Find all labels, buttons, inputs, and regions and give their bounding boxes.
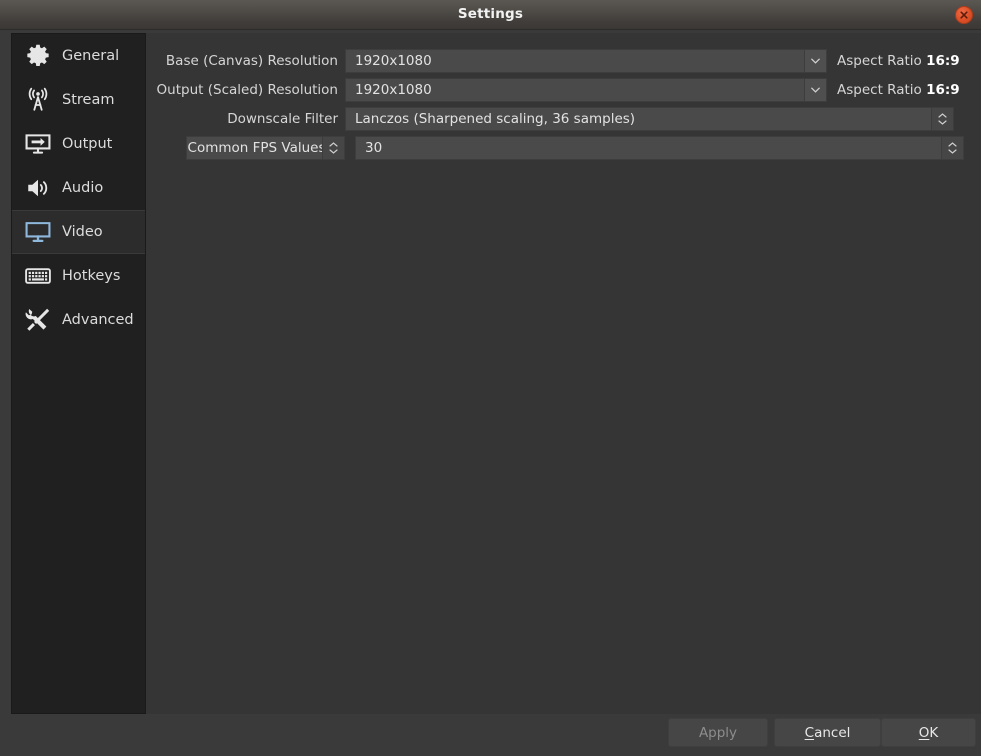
- sidebar-item-label: Output: [62, 136, 113, 152]
- monitor-icon: [22, 217, 54, 247]
- output-aspect-value: 16:9: [926, 82, 960, 98]
- window-title: Settings: [457, 6, 524, 22]
- settings-sidebar: General Stream Output Audio Video Hotkey…: [11, 33, 146, 714]
- fps-value: 30: [365, 140, 383, 156]
- title-bar: Settings: [0, 0, 981, 30]
- output-resolution-value: 1920x1080: [355, 82, 432, 98]
- ok-button-label: OK: [918, 724, 939, 741]
- cancel-button[interactable]: Cancel: [774, 718, 881, 747]
- sidebar-item-label: Audio: [62, 180, 104, 196]
- sidebar-item-audio[interactable]: Audio: [12, 166, 145, 210]
- output-aspect-ratio: Aspect Ratio 16:9: [837, 82, 960, 98]
- downscale-filter-label: Downscale Filter: [227, 111, 338, 127]
- chevron-down-icon[interactable]: [804, 79, 826, 101]
- spinner-arrows-icon[interactable]: [931, 108, 953, 130]
- sidebar-item-stream[interactable]: Stream: [12, 78, 145, 122]
- fps-mode-combo[interactable]: Common FPS Values: [186, 136, 345, 160]
- base-resolution-value: 1920x1080: [355, 53, 432, 69]
- close-glyph: [960, 11, 968, 19]
- fps-mode-value: Common FPS Values: [187, 140, 326, 156]
- row-downscale-filter: Downscale Filter Lanczos (Sharpened scal…: [146, 107, 981, 131]
- row-fps: Common FPS Values 30: [146, 136, 981, 160]
- settings-dialog: Settings General Stream Output Audio Vid…: [0, 0, 981, 756]
- base-resolution-label: Base (Canvas) Resolution: [165, 53, 338, 69]
- apply-button-label: Apply: [698, 724, 738, 741]
- row-base-resolution: Base (Canvas) Resolution 1920x1080 Aspec…: [146, 49, 981, 73]
- base-aspect-label: Aspect Ratio: [837, 53, 922, 69]
- close-icon[interactable]: [955, 6, 973, 24]
- sidebar-item-label: General: [62, 48, 120, 64]
- base-resolution-combo[interactable]: 1920x1080: [345, 49, 827, 73]
- broadcast-icon: [22, 85, 54, 115]
- sidebar-item-video[interactable]: Video: [12, 210, 145, 254]
- ok-button[interactable]: OK: [881, 718, 976, 747]
- tools-icon: [22, 305, 54, 335]
- sidebar-item-advanced[interactable]: Advanced: [12, 298, 145, 342]
- apply-button[interactable]: Apply: [668, 718, 768, 747]
- row-output-resolution: Output (Scaled) Resolution 1920x1080 Asp…: [146, 78, 981, 102]
- sidebar-item-output[interactable]: Output: [12, 122, 145, 166]
- output-resolution-label: Output (Scaled) Resolution: [156, 82, 338, 98]
- gear-icon: [22, 41, 54, 71]
- base-aspect-ratio: Aspect Ratio 16:9: [837, 53, 960, 69]
- sidebar-item-label: Advanced: [62, 312, 134, 328]
- chevron-down-icon[interactable]: [804, 50, 826, 72]
- sidebar-item-label: Hotkeys: [62, 268, 121, 284]
- fps-value-combo[interactable]: 30: [355, 136, 964, 160]
- output-aspect-label: Aspect Ratio: [837, 82, 922, 98]
- spinner-arrows-icon[interactable]: [322, 137, 344, 159]
- downscale-filter-value: Lanczos (Sharpened scaling, 36 samples): [355, 111, 636, 127]
- sidebar-item-label: Video: [62, 224, 103, 240]
- keyboard-icon: [22, 261, 54, 291]
- spinner-arrows-icon[interactable]: [941, 137, 963, 159]
- sidebar-item-hotkeys[interactable]: Hotkeys: [12, 254, 145, 298]
- sidebar-item-general[interactable]: General: [12, 34, 145, 78]
- video-settings-panel: Base (Canvas) Resolution 1920x1080 Aspec…: [146, 33, 981, 714]
- cancel-button-label: Cancel: [804, 724, 851, 741]
- downscale-filter-combo[interactable]: Lanczos (Sharpened scaling, 36 samples): [345, 107, 954, 131]
- base-aspect-value: 16:9: [926, 53, 960, 69]
- output-resolution-combo[interactable]: 1920x1080: [345, 78, 827, 102]
- sidebar-item-label: Stream: [62, 92, 115, 108]
- output-icon: [22, 129, 54, 159]
- speaker-icon: [22, 173, 54, 203]
- dialog-button-bar: Apply Cancel OK: [0, 718, 981, 756]
